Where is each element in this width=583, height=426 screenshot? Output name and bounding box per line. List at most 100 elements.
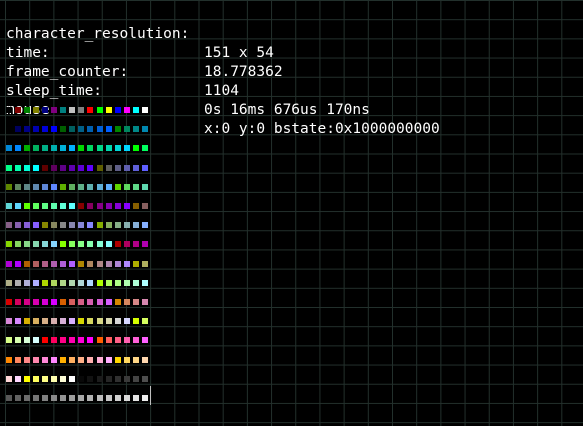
palette-swatch <box>6 222 12 229</box>
palette-swatch <box>6 260 12 267</box>
palette-swatch <box>114 107 121 113</box>
palette-swatch <box>69 395 76 401</box>
palette-swatch <box>51 145 58 152</box>
palette-swatch <box>123 375 130 382</box>
palette-swatch <box>6 203 12 209</box>
palette-swatch <box>141 356 148 363</box>
palette-swatch <box>51 318 58 325</box>
palette-swatch <box>51 356 58 363</box>
status-value: 18.778362 <box>204 64 283 80</box>
palette-swatch <box>132 356 139 363</box>
palette-swatch <box>105 395 112 401</box>
palette-swatch <box>69 183 76 190</box>
palette-swatch <box>96 183 103 190</box>
palette-swatch <box>87 222 94 229</box>
palette-swatch <box>69 260 76 267</box>
palette-swatch <box>60 126 67 133</box>
palette-swatch <box>33 279 40 286</box>
palette-swatch <box>24 279 31 286</box>
palette-swatch <box>132 279 139 286</box>
palette-swatch <box>96 395 103 401</box>
palette-swatch <box>141 203 148 209</box>
palette-swatch <box>15 337 22 344</box>
palette-swatch <box>141 299 148 305</box>
palette-swatch <box>132 203 139 209</box>
palette-swatch <box>42 318 49 325</box>
palette-swatch <box>15 395 22 401</box>
palette-swatch <box>6 337 12 344</box>
palette-swatch <box>42 222 49 229</box>
palette-swatch <box>42 260 49 267</box>
status-row-frame-counter: frame_counter: 1104 <box>6 44 239 99</box>
palette-swatch <box>69 337 76 344</box>
palette-swatch <box>6 375 12 382</box>
palette-swatch <box>60 375 67 382</box>
palette-swatch <box>96 145 103 152</box>
palette-swatch <box>132 222 139 229</box>
palette-swatch <box>69 164 76 171</box>
palette-swatch <box>114 164 121 171</box>
palette-swatch <box>33 145 40 152</box>
palette-swatch <box>60 107 67 113</box>
palette-swatch <box>78 183 85 190</box>
palette-swatch <box>51 395 58 401</box>
palette-swatch <box>114 260 121 267</box>
palette-swatch <box>141 145 148 152</box>
palette-swatch <box>114 145 121 152</box>
palette-swatch <box>96 299 103 305</box>
palette-swatch <box>42 203 49 209</box>
palette-swatch <box>42 126 49 133</box>
palette-swatch <box>60 145 67 152</box>
palette-swatch <box>141 241 148 248</box>
palette-swatch <box>33 356 40 363</box>
palette-swatch <box>114 299 121 305</box>
palette-swatch <box>42 145 49 152</box>
palette-swatch <box>96 356 103 363</box>
palette-swatch <box>87 375 94 382</box>
palette-swatch <box>15 279 22 286</box>
color-palette-grid <box>6 107 156 401</box>
status-value: 151 x 54 <box>204 45 274 61</box>
text-cursor <box>150 386 151 405</box>
palette-swatch <box>114 318 121 325</box>
palette-swatch <box>6 395 12 401</box>
palette-swatch <box>123 260 130 267</box>
palette-swatch <box>51 164 58 171</box>
palette-swatch <box>33 337 40 344</box>
palette-swatch <box>6 356 12 363</box>
palette-swatch <box>24 222 31 229</box>
palette-swatch <box>96 337 103 344</box>
palette-swatch <box>132 299 139 305</box>
palette-swatch <box>15 107 22 113</box>
palette-swatch <box>96 164 103 171</box>
palette-swatch <box>114 337 121 344</box>
palette-swatch <box>60 318 67 325</box>
palette-swatch <box>123 164 130 171</box>
palette-swatch <box>87 395 94 401</box>
palette-swatch <box>42 375 49 382</box>
palette-swatch <box>141 318 148 325</box>
palette-swatch <box>33 395 40 401</box>
palette-swatch <box>132 241 139 248</box>
palette-swatch <box>24 375 31 382</box>
palette-swatch <box>15 375 22 382</box>
palette-swatch <box>78 241 85 248</box>
palette-swatch <box>123 279 130 286</box>
palette-swatch <box>123 356 130 363</box>
palette-swatch <box>60 279 67 286</box>
palette-swatch <box>33 299 40 305</box>
palette-swatch <box>96 241 103 248</box>
palette-swatch <box>69 126 76 133</box>
palette-swatch <box>123 107 130 113</box>
palette-swatch <box>42 241 49 248</box>
palette-swatch <box>87 356 94 363</box>
palette-swatch <box>78 299 85 305</box>
palette-swatch <box>15 145 22 152</box>
palette-swatch <box>60 241 67 248</box>
palette-swatch <box>78 337 85 344</box>
palette-swatch <box>69 241 76 248</box>
palette-swatch <box>96 203 103 209</box>
palette-swatch <box>105 337 112 344</box>
palette-swatch <box>132 183 139 190</box>
palette-swatch <box>96 260 103 267</box>
